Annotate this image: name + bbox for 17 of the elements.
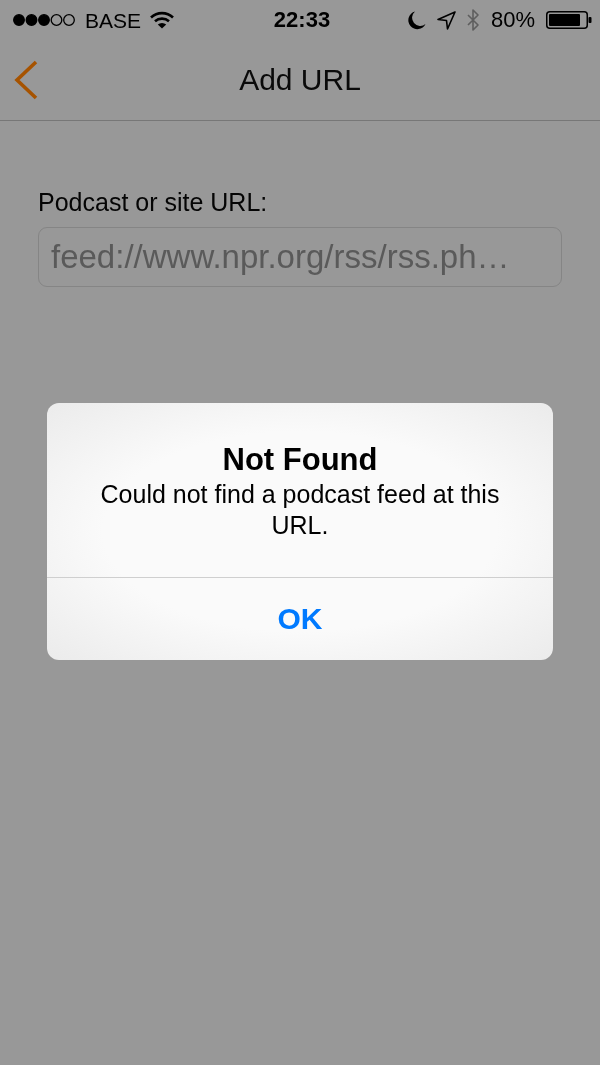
moon-icon — [407, 10, 426, 30]
location-arrow-icon — [436, 10, 456, 30]
wifi-icon — [150, 11, 175, 29]
alert-message: Could not find a podcast feed at this URL. — [99, 479, 501, 541]
field-label: Podcast or site URL: — [38, 187, 268, 217]
chevron-left-icon — [14, 60, 38, 100]
alert-title: Not Found — [222, 441, 378, 479]
carrier-name: BASE — [85, 9, 142, 31]
bluetooth-icon — [466, 9, 480, 31]
signal-strength-icon — [12, 13, 76, 27]
status-time: 22:33 — [273, 9, 331, 31]
url-field[interactable]: feed://www.npr.org/rss/rss.ph… — [38, 227, 562, 287]
page-title: Add URL — [239, 63, 361, 97]
battery-percentage: 80% — [490, 9, 535, 31]
ok-button[interactable]: OK — [47, 578, 553, 660]
back-button[interactable] — [14, 60, 38, 100]
battery-icon — [546, 11, 592, 29]
